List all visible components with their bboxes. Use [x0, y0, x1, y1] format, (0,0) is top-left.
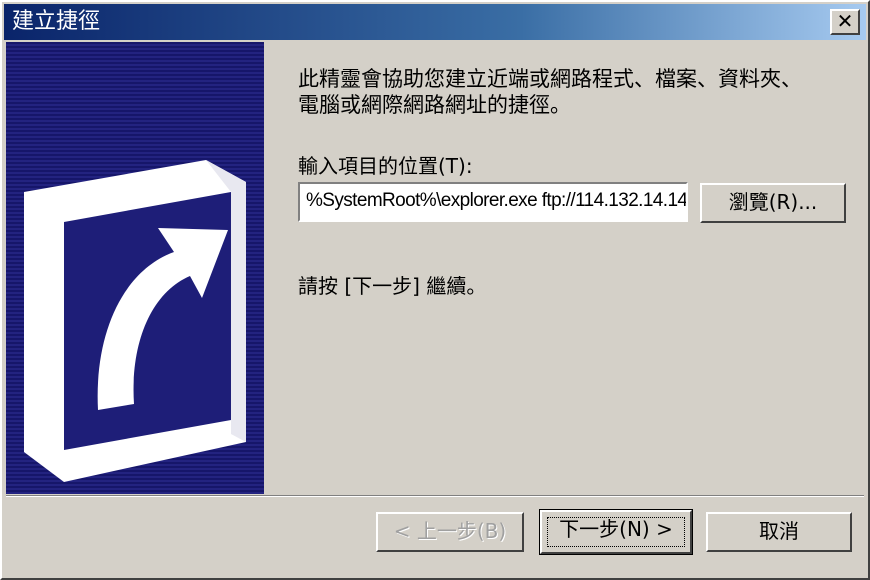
cancel-button[interactable]: 取消: [706, 512, 852, 552]
focus-rect: [547, 517, 685, 547]
wizard-side-graphic: [6, 42, 264, 494]
location-input[interactable]: %SystemRoot%\explorer.exe ftp://114.132.…: [298, 182, 688, 222]
window-title: 建立捷徑: [12, 9, 101, 34]
browse-button[interactable]: 瀏覽(R)...: [700, 183, 846, 223]
wizard-description: 此精靈會協助您建立近端或網路程式、檔案、資料夾、電腦或網際網路網址的捷徑。: [298, 67, 802, 117]
footer-divider: [6, 495, 864, 497]
location-label: 輸入項目的位置(T):: [298, 154, 473, 178]
back-button[interactable]: < 上一步(B): [376, 512, 524, 552]
close-button[interactable]: ✕: [830, 9, 860, 35]
create-shortcut-dialog: 建立捷徑 ✕ 此精靈會協助您建立近端或網路程式、檔案、資料夾、電腦或網際網路網址…: [0, 0, 870, 580]
close-icon: ✕: [836, 9, 854, 33]
title-bar[interactable]: 建立捷徑 ✕: [4, 4, 866, 40]
continue-hint: 請按 [下一步] 繼續。: [298, 274, 487, 298]
next-button[interactable]: 下一步(N) >: [539, 509, 693, 555]
shortcut-arrow-icon: [24, 160, 246, 482]
